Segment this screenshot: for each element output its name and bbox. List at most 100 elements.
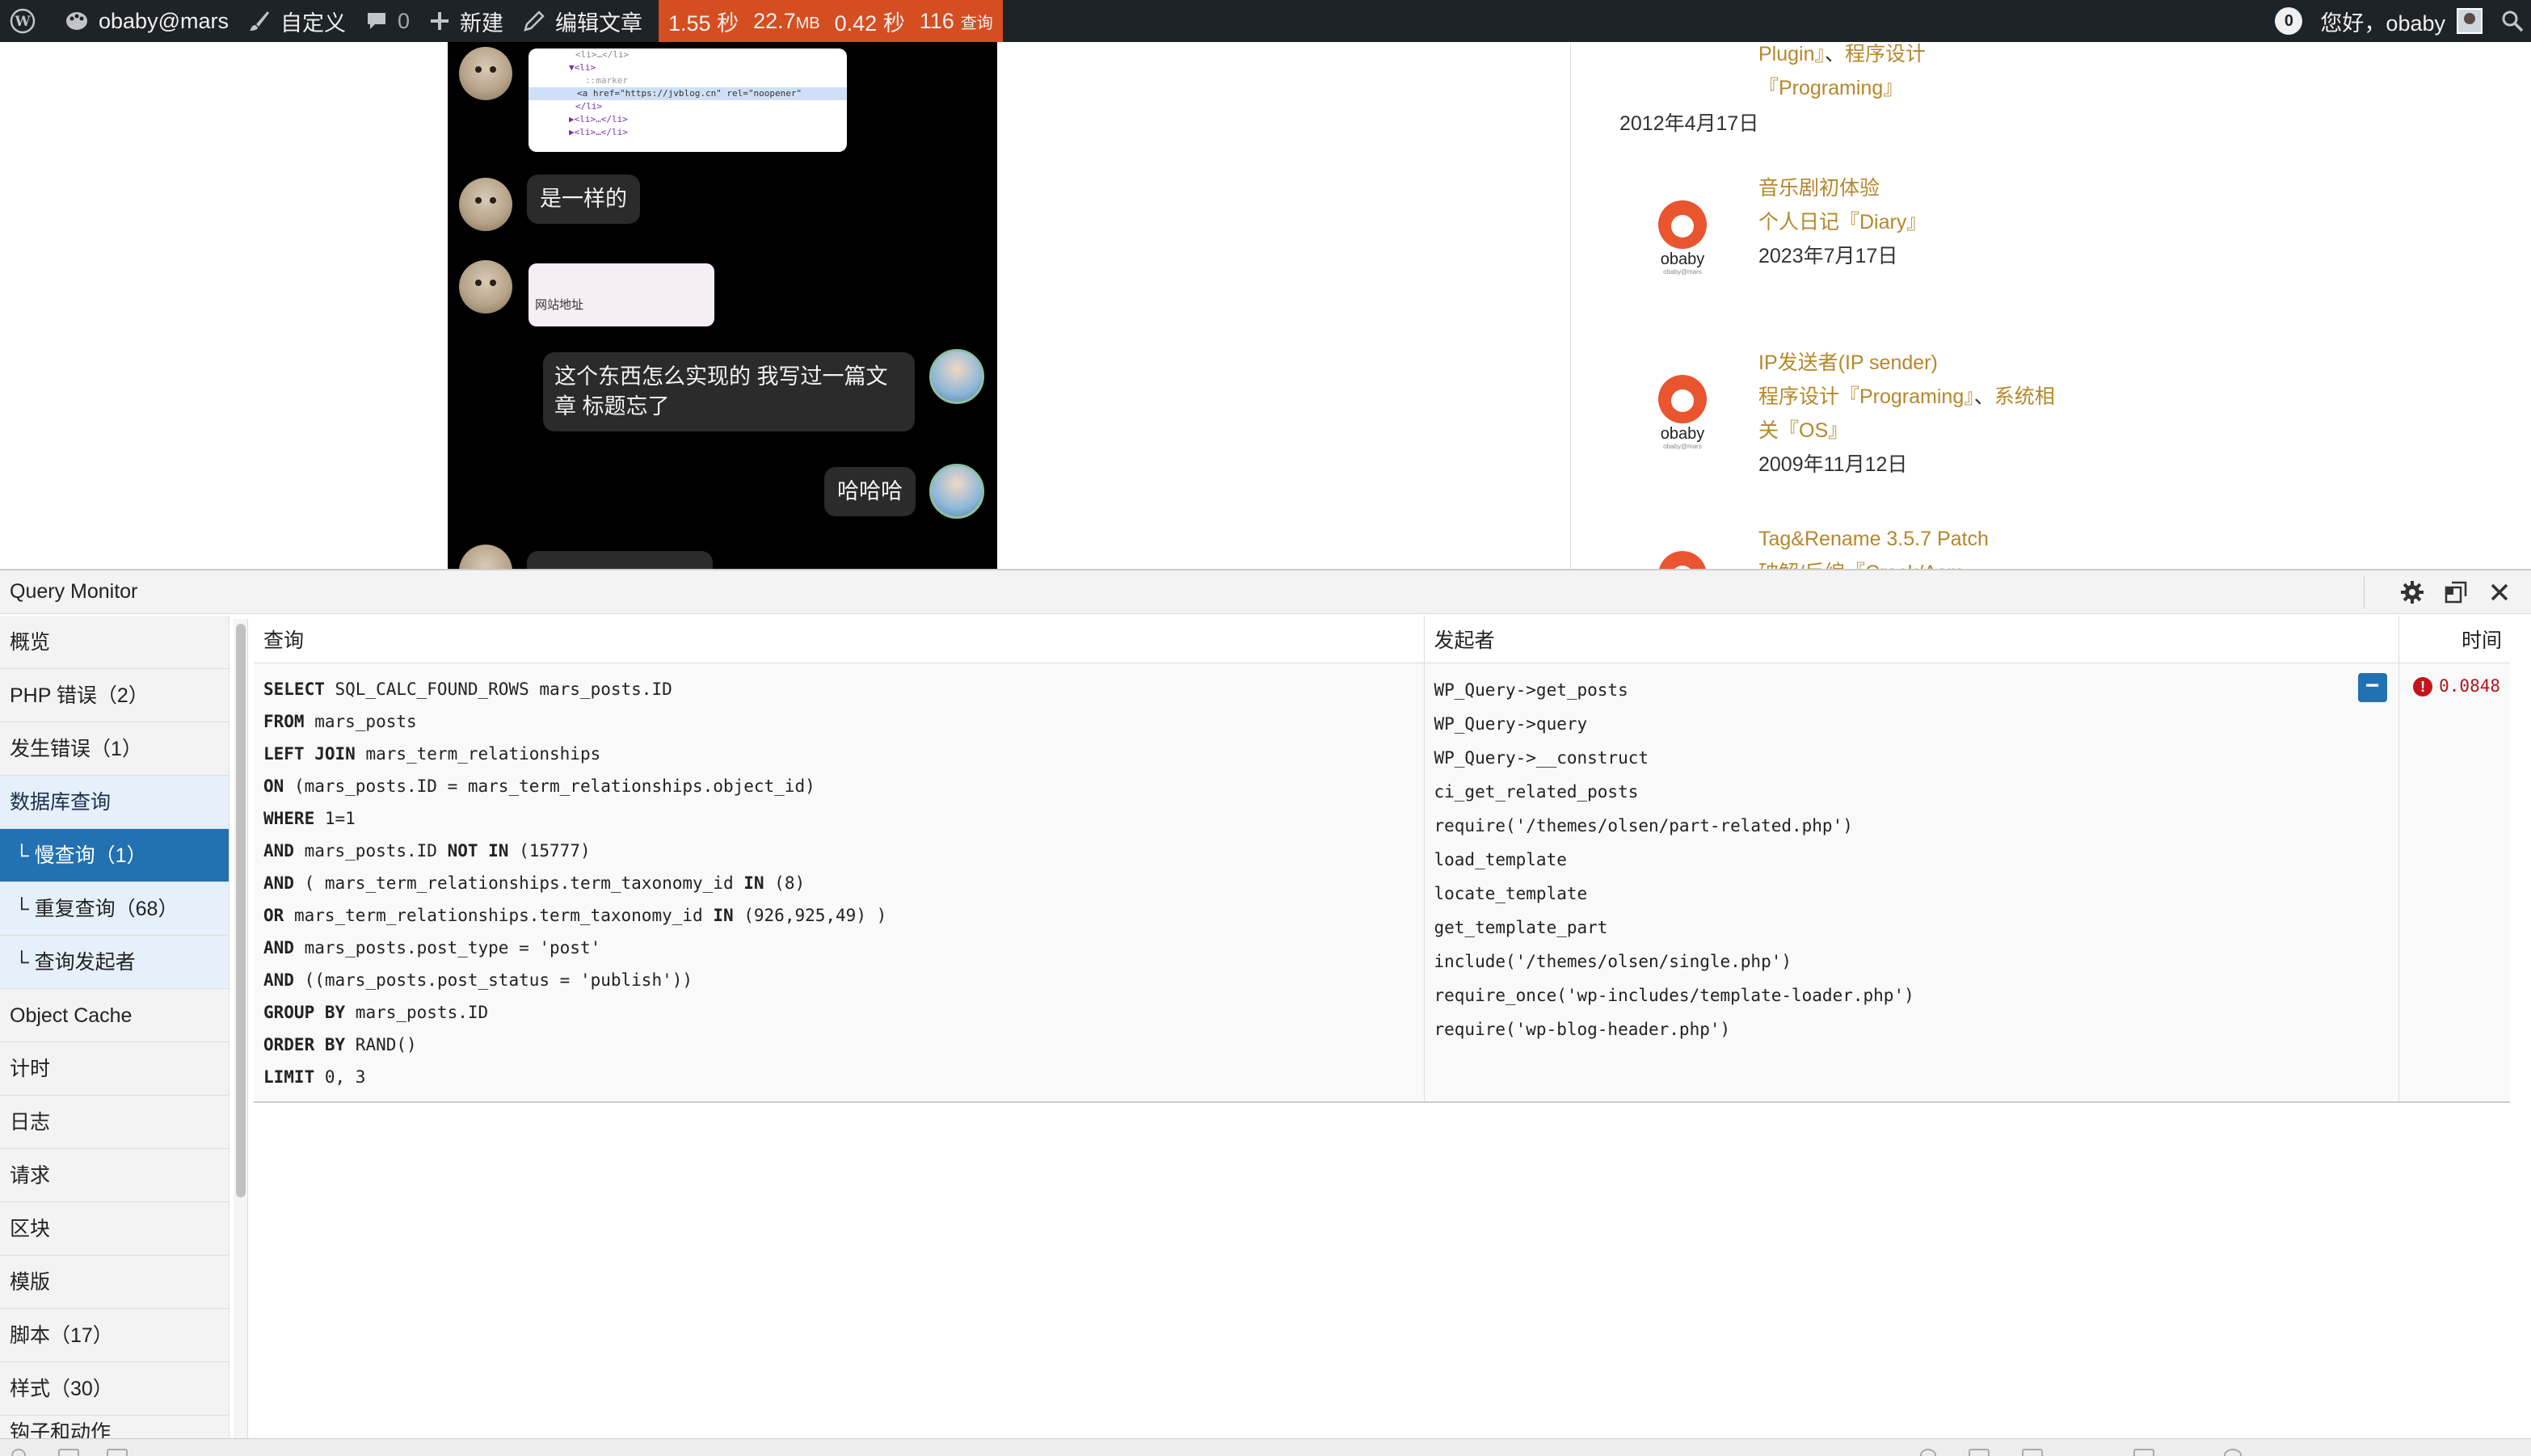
nav-template[interactable]: 模版 — [0, 1256, 229, 1309]
nav-doing-it-wrong[interactable]: 发生错误（1） — [0, 722, 229, 776]
account-greeting[interactable]: 您好，obaby — [2320, 6, 2445, 37]
qm-queries-label: 查询 — [960, 14, 993, 32]
gear-icon — [2401, 581, 2424, 604]
palette-icon — [66, 12, 87, 30]
avatar[interactable] — [2457, 8, 2483, 34]
site-name-menu[interactable]: obaby@mars — [55, 0, 238, 42]
sql-line: AND mars_posts.ID NOT IN (15777) — [263, 840, 591, 861]
status-icon[interactable] — [2022, 1449, 2043, 1456]
nav-hooks-label: 钩子和动作 — [10, 1421, 112, 1440]
nav-logs[interactable]: 日志 — [0, 1096, 229, 1149]
logo-subtext: obaby@mars — [1663, 443, 1702, 450]
related-post-categories: Plugin』、程序设计 『Programing』 — [1758, 42, 1926, 105]
admin-bar-secondary: 0 您好，obaby — [2275, 0, 2531, 42]
svg-text:W: W — [14, 14, 31, 30]
slow-queries-table-region: 查询 发起者 时间 SELECT SQL_CALC_FOUND_ROWS mar… — [254, 616, 2510, 1440]
column-header-time[interactable]: 时间 — [2398, 616, 2510, 663]
plus-icon — [431, 12, 449, 30]
edit-post-menu[interactable]: 编辑文章 — [513, 0, 652, 42]
table-header-row: 查询 发起者 时间 — [254, 616, 2510, 663]
page-content: <li>…</li> ▼<li> ::marker <a href="https… — [0, 42, 2531, 569]
nav-styles[interactable]: 样式（30） — [0, 1362, 229, 1416]
related-post-date: 2023年7月17日 — [1758, 245, 1898, 267]
qm-title-bar[interactable]: Query Monitor — [0, 570, 2531, 614]
category-link[interactable]: 『Programing』 — [1758, 77, 1903, 99]
wordpress-logo-button[interactable]: W — [0, 0, 55, 42]
qm-nav-menu: 概览 PHP 错误（2） 发生错误（1） 数据库查询 └ 慢查询（1） └ 重复… — [0, 616, 230, 1440]
query-time: 0.0848 — [2439, 675, 2500, 696]
related-post-thumbnail[interactable] — [1650, 551, 1715, 569]
column-header-caller: 发起者 — [1423, 616, 2398, 663]
sql-line: FROM mars_posts — [263, 711, 417, 731]
category-link[interactable]: Plugin』 — [1758, 43, 1825, 65]
divider — [2364, 576, 2365, 608]
category-link[interactable]: 关『OS』 — [1758, 414, 2055, 448]
chat-avatar-left — [459, 178, 512, 231]
nav-queries-by-caller[interactable]: └ 查询发起者 — [0, 936, 229, 989]
chat-avatar-left — [459, 47, 512, 100]
new-content-menu[interactable]: 新建 — [419, 0, 513, 42]
chat-message: 哈哈哈 — [824, 467, 916, 516]
status-icon[interactable] — [2224, 1449, 2242, 1456]
sql-line: AND ( mars_term_relationships.term_taxon… — [263, 873, 806, 893]
comments-menu[interactable]: 0 — [356, 0, 419, 42]
sql-line: WHERE 1=1 — [263, 808, 356, 828]
comment-icon — [367, 13, 385, 29]
settings-button[interactable] — [2398, 579, 2426, 606]
nav-scrollbar[interactable] — [234, 619, 248, 1440]
category-link[interactable]: 程序设计 — [1845, 43, 1926, 65]
close-button[interactable] — [2486, 579, 2513, 606]
query-monitor-stats-menu[interactable]: 1.55 秒 22.7MB 0.42 秒 116 查询 — [659, 0, 1003, 42]
sql-line: AND mars_posts.post_type = 'post' — [263, 937, 601, 957]
status-icon[interactable] — [1920, 1449, 1936, 1456]
status-icon[interactable] — [107, 1449, 128, 1456]
nav-blocks[interactable]: 区块 — [0, 1202, 229, 1256]
nav-request[interactable]: 请求 — [0, 1149, 229, 1202]
logo-text: obaby — [1660, 250, 1705, 268]
category-link[interactable]: 个人日记『Diary』 — [1758, 205, 1927, 239]
nav-scripts[interactable]: 脚本（17） — [0, 1309, 229, 1362]
related-post-title[interactable]: Tag&Rename 3.5.7 Patch — [1758, 522, 1989, 556]
nav-duplicate-queries[interactable]: └ 重复查询（68） — [0, 882, 229, 936]
logo-text: obaby — [1660, 425, 1705, 443]
notifications-badge[interactable]: 0 — [2275, 7, 2303, 35]
related-post-thumbnail[interactable]: obaby obaby@mars — [1650, 375, 1715, 456]
customize-menu[interactable]: 自定义 — [238, 0, 356, 42]
nav-php-errors[interactable]: PHP 错误（2） — [0, 669, 229, 722]
category-link[interactable]: 系统相 — [1994, 385, 2055, 408]
code-line: ::marker — [585, 75, 628, 86]
nav-object-cache[interactable]: Object Cache — [0, 989, 229, 1042]
chat-avatar-left — [459, 260, 512, 314]
bottom-status-bar — [0, 1438, 2531, 1456]
qm-queries-count: 116 — [919, 8, 954, 33]
status-icon[interactable] — [1969, 1449, 1990, 1456]
related-post-title[interactable]: 音乐剧初体验 — [1758, 171, 1927, 205]
toggle-position-button[interactable] — [2442, 579, 2470, 606]
sql-line: LIMIT 0, 3 — [263, 1067, 366, 1087]
search-icon[interactable] — [2500, 9, 2525, 33]
sql-line: LEFT JOIN mars_term_relationships — [263, 743, 601, 764]
chat-avatar-right — [929, 349, 984, 404]
related-post: 音乐剧初体验 个人日记『Diary』 2023年7月17日 — [1758, 171, 1927, 273]
collapse-callers-button[interactable]: − — [2357, 672, 2387, 702]
code-line: ▶<li>…</li> — [569, 114, 628, 124]
status-icon[interactable] — [11, 1449, 26, 1456]
scrollbar-thumb[interactable] — [236, 624, 246, 1197]
sql-line: ON (mars_posts.ID = mars_term_relationsh… — [263, 776, 815, 796]
chat-link-card: 网站地址 — [529, 263, 714, 326]
warning-icon: ! — [2413, 676, 2433, 696]
nav-slow-queries[interactable]: └ 慢查询（1） — [0, 829, 229, 882]
category-link[interactable]: 破解/反编『Crack/Asm — [1758, 556, 1989, 569]
category-link[interactable]: 程序设计『Programing』 — [1758, 385, 1974, 408]
nav-hooks-actions[interactable]: 钩子和动作 — [0, 1416, 229, 1440]
related-post-title[interactable]: IP发送者(IP sender) — [1758, 346, 2055, 380]
related-post-thumbnail[interactable]: obaby obaby@mars — [1650, 200, 1715, 281]
status-icon[interactable] — [58, 1449, 79, 1456]
caller-frame: include('/themes/olsen/single.php') — [1434, 951, 1792, 971]
sql-line: AND ((mars_posts.post_status = 'publish'… — [263, 970, 693, 990]
nav-overview[interactable]: 概览 — [0, 616, 229, 669]
nav-database-queries[interactable]: 数据库查询 — [0, 776, 229, 829]
status-icon[interactable] — [2133, 1449, 2154, 1456]
caller-frame: get_template_part — [1434, 917, 1608, 937]
nav-timings[interactable]: 计时 — [0, 1042, 229, 1096]
